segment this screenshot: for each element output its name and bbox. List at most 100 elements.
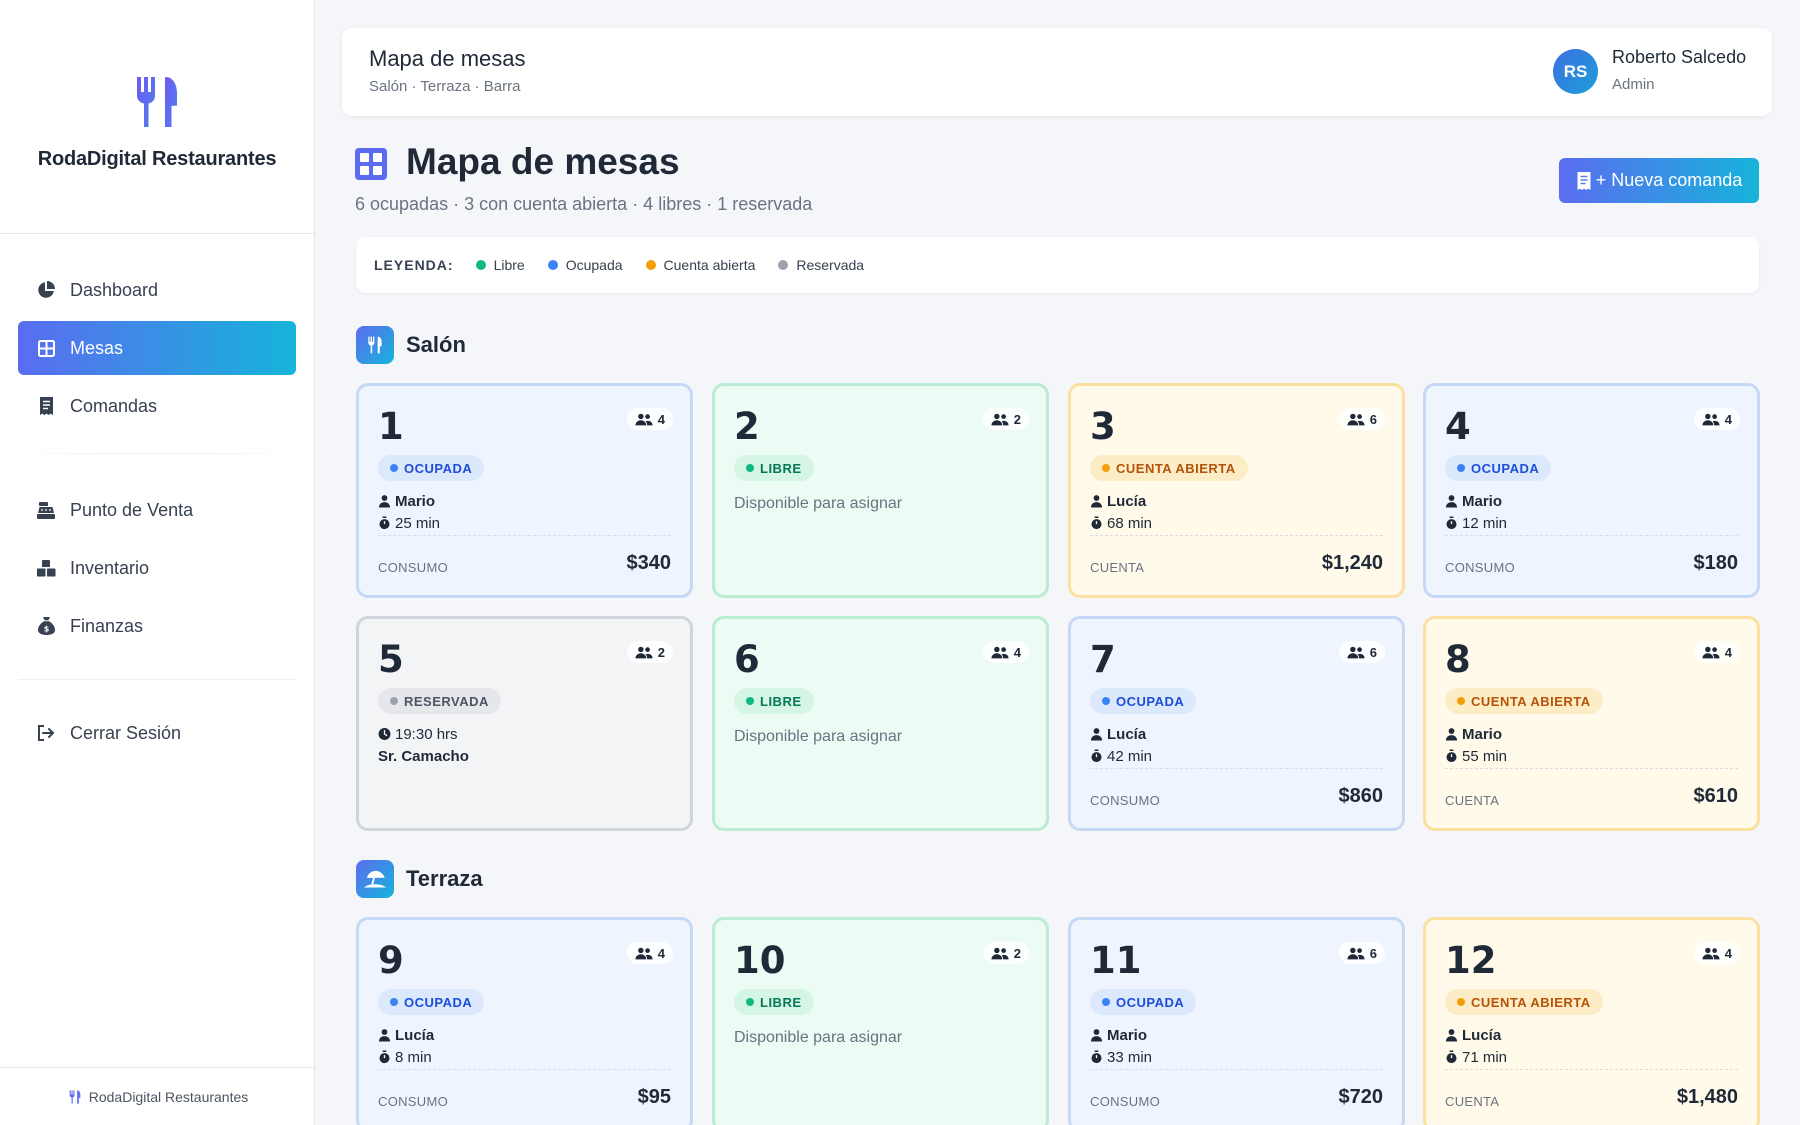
user-icon [1090,1028,1103,1042]
seats-badge: 6 [1338,408,1385,430]
sidebar-footer: RodaDigital Restaurantes [0,1067,315,1125]
sidebar-item-mesas[interactable]: Mesas [18,321,296,375]
stopwatch-icon [378,516,391,530]
amount-label: CUENTA [1090,560,1145,575]
section-terraza-header: Terraza [356,860,483,898]
footer-brand-name: RodaDigital Restaurantes [88,1088,249,1105]
elapsed-time-value: 42 min [1107,747,1153,765]
seats-count: 4 [1013,644,1021,660]
seats-badge: 2 [982,408,1029,430]
waiter: Lucía [378,1024,671,1046]
seats-badge: 2 [626,641,673,663]
table-card-4[interactable]: 4 4 OCUPADA Mario 12 min CONSUMO $180 [1423,383,1760,598]
user-icon [378,1028,391,1042]
status-dot [390,998,398,1006]
amount-label: CONSUMO [1445,560,1515,575]
status-badge: LIBRE [734,688,814,714]
nav-divider [18,453,296,454]
user-name[interactable]: Roberto Salcedo [1612,47,1746,68]
availability-note: Disponible para asignar [734,1029,903,1046]
seats-count: 6 [1369,411,1377,427]
user-icon [1090,727,1103,741]
waiter: Lucía [1090,490,1383,512]
card-footer: CUENTA $1,240 [1090,535,1383,575]
sidebar-item-comandas[interactable]: Comandas [18,379,296,433]
sidebar-item-punto-de-venta[interactable]: Punto de Venta [18,483,296,537]
new-order-button[interactable]: + Nueva comanda [1559,158,1759,203]
seats-count: 4 [657,945,665,961]
waiter-name: Lucía [1107,492,1147,510]
sidebar-item-dashboard[interactable]: Dashboard [18,263,296,317]
legend-label: LEYENDA: [374,257,454,273]
status-dot [1102,464,1110,472]
users-icon [1702,947,1720,960]
users-icon [991,413,1009,426]
waiter: Mario [1090,1024,1383,1046]
status-label: OCUPADA [1471,460,1540,476]
status-badge: LIBRE [734,989,814,1015]
logout-button[interactable]: Cerrar Sesión [18,706,296,760]
seats-badge: 4 [1693,641,1740,663]
sidebar-item-finanzas[interactable]: $ Finanzas [18,599,296,653]
section-title: Terraza [406,866,483,891]
legend-item-label: Ocupada [565,257,623,273]
status-badge: OCUPADA [378,455,485,481]
pie-chart-icon [36,280,56,300]
waiter: Lucía [1090,723,1383,745]
amount-value: $720 [1338,1086,1384,1108]
card-footer: CONSUMO $720 [1090,1069,1383,1109]
elapsed-time: 8 min [378,1046,671,1068]
elapsed-time-value: 8 min [395,1048,432,1066]
card-footer: CONSUMO $95 [378,1069,671,1109]
brand: RodaDigital Restaurantes [0,0,314,234]
availability-note: Disponible para asignar [734,728,903,745]
waiter-name: Lucía [395,1026,435,1044]
status-badge: OCUPADA [1445,455,1552,481]
amount-value: $1,480 [1676,1086,1738,1108]
user-icon [1445,727,1458,741]
table-card-1[interactable]: 1 4 OCUPADA Mario 25 min CONSUMO $340 [356,383,693,598]
stopwatch-icon [1445,1050,1458,1064]
legend-item-reservada: Reservada [778,257,864,273]
status-badge: CUENTA ABIERTA [1445,688,1603,714]
seats-count: 4 [1724,411,1732,427]
page-summary: 6 ocupadas · 3 con cuenta abierta · 4 li… [355,194,813,214]
table-card-2[interactable]: 2 2 LIBRE Disponible para asignar [712,383,1049,598]
elapsed-time: 33 min [1090,1046,1383,1068]
status-label: OCUPADA [404,460,473,476]
seats-count: 2 [1013,945,1021,961]
table-card-3[interactable]: 3 6 CUENTA ABIERTA Lucía 68 min CUENTA $… [1068,383,1405,598]
card-footer: CONSUMO $340 [378,535,671,575]
logout-icon [36,723,56,743]
table-card-10[interactable]: 10 2 LIBRE Disponible para asignar [712,917,1049,1125]
stopwatch-icon [1445,516,1458,530]
seats-badge: 4 [626,942,673,964]
table-card-12[interactable]: 12 4 CUENTA ABIERTA Lucía 71 min CUENTA … [1423,917,1760,1125]
sidebar-item-inventario[interactable]: Inventario [18,541,296,595]
nav-divider [18,679,296,680]
status-badge: CUENTA ABIERTA [1445,989,1603,1015]
status-dot [746,464,754,472]
seats-badge: 4 [1693,408,1740,430]
status-dot [1457,464,1465,472]
utensils-logo-icon [127,72,187,132]
elapsed-time-value: 25 min [395,514,441,532]
table-card-9[interactable]: 9 4 OCUPADA Lucía 8 min CONSUMO $95 [356,917,693,1125]
avatar[interactable]: RS [1553,49,1598,94]
table-card-5[interactable]: 5 2 RESERVADA 19:30 hrs Sr. Camacho [356,616,693,831]
table-card-8[interactable]: 8 4 CUENTA ABIERTA Mario 55 min CUENTA $… [1423,616,1760,831]
legend-item-label: Reservada [796,257,865,273]
table-card-11[interactable]: 11 6 OCUPADA Mario 33 min CONSUMO $720 [1068,917,1405,1125]
seats-count: 4 [1724,945,1732,961]
utensils-icon [67,1089,83,1105]
card-footer: CUENTA $610 [1445,768,1738,808]
status-badge: OCUPADA [378,989,485,1015]
elapsed-time-value: 33 min [1107,1048,1153,1066]
sidebar-item-label: Punto de Venta [70,499,194,520]
elapsed-time: 71 min [1445,1046,1738,1068]
table-card-7[interactable]: 7 6 OCUPADA Lucía 42 min CONSUMO $860 [1068,616,1405,831]
elapsed-time: 42 min [1090,745,1383,767]
table-card-6[interactable]: 6 4 LIBRE Disponible para asignar [712,616,1049,831]
topbar-title: Mapa de mesas [369,46,526,71]
brand-name: RodaDigital Restaurantes [37,148,277,170]
